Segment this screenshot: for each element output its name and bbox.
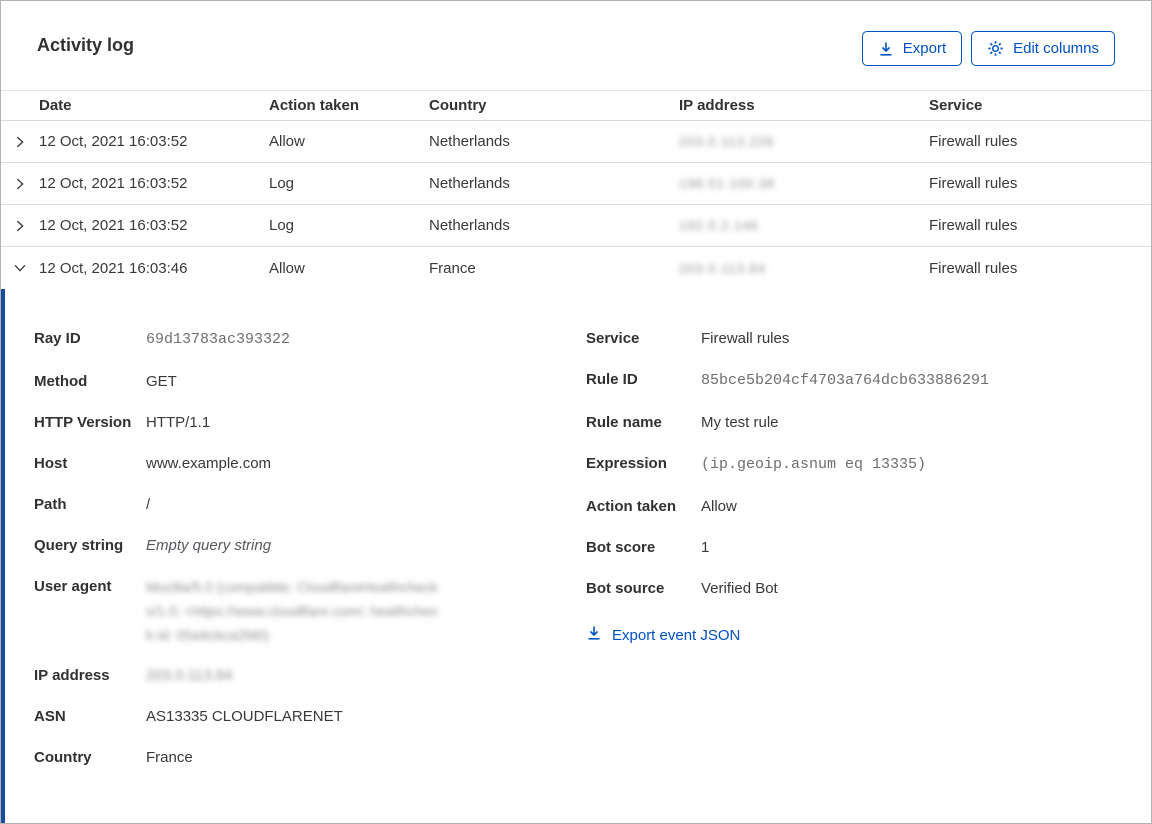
chevron-right-icon[interactable]: [1, 134, 39, 150]
detail-field-path: Path /: [34, 496, 151, 513]
detail-field-rule-name: Rule name My test rule: [586, 414, 779, 431]
detail-left-column: Ray ID 69d13783ac393322 Method GET HTTP …: [34, 327, 586, 804]
cell-ip-address-redacted: 192.0.2.146: [679, 218, 759, 233]
detail-field-method: Method GET: [34, 373, 177, 390]
table-header: Date Action taken Country IP address Ser…: [1, 90, 1151, 121]
export-event-json-label: Export event JSON: [612, 626, 741, 644]
chevron-right-icon[interactable]: [1, 218, 39, 234]
cell-action-taken: Log: [269, 175, 295, 192]
detail-field-rule-id: Rule ID 85bce5b204cf4703a764dcb633886291: [586, 371, 990, 389]
cell-ip-address-redacted: 203.0.113.84: [679, 260, 766, 276]
cell-service: Firewall rules: [929, 259, 1018, 277]
page-title: Activity log: [37, 35, 135, 55]
table-row-expanded[interactable]: 12 Oct, 2021 16:03:46 Allow France 203.0…: [1, 247, 1151, 289]
column-header-service: Service: [929, 97, 983, 114]
edit-columns-button-label: Edit columns: [1013, 40, 1099, 57]
cell-date: 12 Oct, 2021 16:03:46: [39, 259, 188, 277]
cell-ip-address-redacted: 203.0.113.226: [679, 134, 775, 149]
gear-icon: [987, 40, 1004, 57]
detail-field-expression: Expression (ip.geoip.asnum eq 13335): [586, 455, 927, 473]
toolbar: Export Edit columns: [861, 31, 1115, 66]
detail-field-service: Service Firewall rules: [586, 330, 790, 347]
cell-country: Netherlands: [429, 217, 510, 234]
edit-columns-button[interactable]: Edit columns: [971, 31, 1115, 66]
cell-country: France: [429, 259, 476, 277]
detail-field-country: Country France: [34, 749, 193, 766]
column-header-country: Country: [429, 97, 487, 114]
detail-field-bot-source: Bot source Verified Bot: [586, 580, 778, 597]
detail-field-asn: ASN AS13335 CLOUDFLARENET: [34, 708, 343, 725]
cell-service: Firewall rules: [929, 175, 1018, 192]
table-row[interactable]: 12 Oct, 2021 16:03:52 Log Netherlands 19…: [1, 205, 1151, 247]
cell-date: 12 Oct, 2021 16:03:52: [39, 217, 188, 234]
table-row[interactable]: 12 Oct, 2021 16:03:52 Log Netherlands 19…: [1, 163, 1151, 205]
cell-date: 12 Oct, 2021 16:03:52: [39, 133, 188, 150]
cell-country: Netherlands: [429, 175, 510, 192]
export-button-label: Export: [902, 40, 947, 57]
cell-action-taken: Log: [269, 217, 295, 234]
chevron-right-icon[interactable]: [1, 176, 39, 192]
cell-action-taken: Allow: [269, 133, 305, 150]
column-header-ip-address: IP address: [679, 97, 755, 114]
detail-field-host: Host www.example.com: [34, 455, 272, 472]
detail-field-user-agent: User agent Mozilla/5.0 (compatible; Clou…: [34, 578, 439, 643]
topbar: Activity log Export Edit columns: [1, 1, 1151, 90]
event-detail-panel: Ray ID 69d13783ac393322 Method GET HTTP …: [1, 289, 1151, 823]
download-icon: [878, 41, 894, 57]
cell-date: 12 Oct, 2021 16:03:52: [39, 175, 188, 192]
column-header-action-taken: Action taken: [269, 97, 360, 114]
activity-log-panel: Activity log Export Edit columns Date Ac…: [0, 0, 1152, 824]
cell-service: Firewall rules: [929, 133, 1018, 150]
export-button[interactable]: Export: [861, 31, 963, 66]
export-event-json-link[interactable]: Export event JSON: [586, 625, 740, 645]
download-icon: [586, 625, 602, 645]
table-row[interactable]: 12 Oct, 2021 16:03:52 Allow Netherlands …: [1, 121, 1151, 163]
detail-field-query-string: Query string Empty query string: [34, 537, 272, 554]
detail-right-column: Service Firewall rules Rule ID 85bce5b20…: [586, 327, 1115, 804]
detail-field-bot-score: Bot score 1: [586, 539, 710, 556]
cell-service: Firewall rules: [929, 217, 1018, 234]
cell-action-taken: Allow: [269, 259, 305, 277]
detail-field-ray-id: Ray ID 69d13783ac393322: [34, 330, 291, 348]
chevron-down-icon[interactable]: [1, 260, 39, 276]
detail-field-http-version: HTTP Version HTTP/1.1: [34, 414, 211, 431]
cell-ip-address-redacted: 198.51.100.38: [679, 176, 776, 191]
column-header-date: Date: [39, 97, 72, 114]
detail-field-action-taken: Action taken Allow: [586, 498, 737, 515]
cell-country: Netherlands: [429, 133, 510, 150]
detail-field-ip-address: IP address 203.0.113.84: [34, 667, 233, 684]
